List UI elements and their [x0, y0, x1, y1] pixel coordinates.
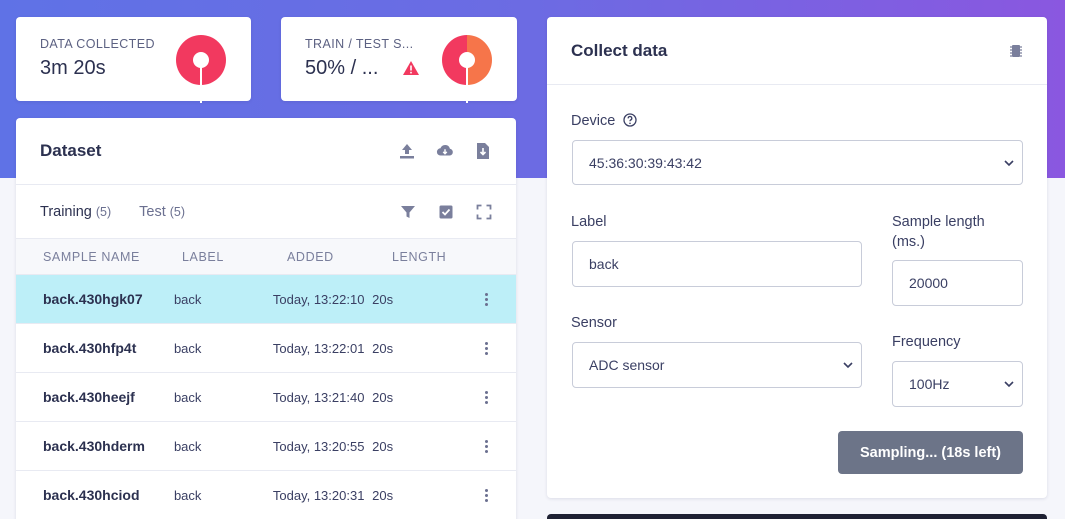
sample-label: back	[173, 487, 202, 503]
data-collected-donut	[176, 35, 226, 103]
sample-label: back	[173, 389, 202, 405]
sample-length: 20s	[372, 487, 394, 503]
sensor-select-value: ADC sensor	[589, 357, 665, 373]
tab-training-label: Training	[40, 203, 92, 220]
sample-length-label: Sample length (ms.)	[892, 214, 985, 250]
stat-train-test-split: TRAIN / TEST S... 50% / ...	[281, 17, 517, 103]
column-length[interactable]: LENGTH	[392, 250, 472, 264]
table-row[interactable]: back.430heejf back Today, 13:21:40 20s	[16, 373, 516, 422]
row-menu-icon[interactable]	[485, 390, 489, 404]
sample-name[interactable]: back.430heejf	[16, 389, 174, 405]
upload-icon[interactable]	[398, 142, 416, 160]
table-row[interactable]: back.430hfp4t back Today, 13:22:01 20s	[16, 324, 516, 373]
sample-added: Today, 13:20:31	[272, 487, 365, 503]
chevron-down-icon	[843, 362, 853, 369]
warning-icon[interactable]	[403, 61, 419, 75]
sample-label: back	[173, 340, 202, 356]
sample-label: back	[173, 438, 202, 454]
table-row[interactable]: back.430hciod back Today, 13:20:31 20s	[16, 471, 516, 519]
sensor-select[interactable]: ADC sensor	[572, 342, 862, 388]
frequency-select-value: 100Hz	[909, 376, 950, 392]
sample-name[interactable]: back.430hciod	[16, 487, 174, 503]
table-header: SAMPLE NAME LABEL ADDED LENGTH	[16, 239, 516, 275]
select-checkbox-icon[interactable]	[438, 204, 454, 220]
row-menu-icon[interactable]	[485, 439, 489, 453]
export-file-icon[interactable]	[474, 142, 492, 160]
sample-name[interactable]: back.430hgk07	[16, 291, 174, 307]
column-label[interactable]: LABEL	[182, 250, 287, 264]
stat-data-collected: DATA COLLECTED 3m 20s	[16, 17, 251, 103]
tab-test-count: (5)	[169, 204, 186, 219]
sample-length: 20s	[372, 389, 394, 405]
device-label: Device	[571, 113, 638, 129]
sensor-label: Sensor	[571, 315, 617, 331]
label-field-label: Label	[571, 214, 607, 230]
tab-test-label: Test	[139, 203, 166, 220]
device-select-value: 45:36:30:39:43:42	[589, 154, 702, 171]
dataset-header: Dataset	[16, 118, 516, 185]
tab-training[interactable]: Training (5)	[40, 204, 111, 220]
filter-icon[interactable]	[400, 204, 416, 220]
sample-name[interactable]: back.430hfp4t	[16, 340, 174, 356]
tab-training-count: (5)	[95, 204, 112, 219]
row-menu-icon[interactable]	[485, 488, 489, 502]
column-sample-name[interactable]: SAMPLE NAME	[16, 250, 182, 264]
dataset-tabs: Training (5) Test (5)	[16, 185, 516, 239]
sample-added: Today, 13:22:01	[272, 340, 365, 356]
collect-data-header: Collect data	[547, 17, 1047, 85]
sample-name[interactable]: back.430hderm	[16, 438, 174, 454]
frequency-label: Frequency	[892, 334, 961, 350]
dataset-card: Dataset Training (5) Test (5) SAMPLE NAM…	[16, 118, 516, 519]
label-input[interactable]: back	[572, 241, 862, 287]
help-icon[interactable]	[623, 113, 638, 127]
label-input-value: back	[589, 256, 619, 272]
sample-added: Today, 13:20:55	[272, 438, 365, 454]
table-row[interactable]: back.430hderm back Today, 13:20:55 20s	[16, 422, 516, 471]
row-menu-icon[interactable]	[485, 292, 489, 306]
table-row[interactable]: back.430hgk07 back Today, 13:22:10 20s	[16, 275, 516, 324]
sample-length-input[interactable]: 20000	[892, 260, 1023, 306]
dataset-title: Dataset	[40, 141, 102, 160]
cloud-download-icon[interactable]	[436, 142, 454, 160]
collect-data-title: Collect data	[571, 40, 668, 60]
train-test-donut	[442, 35, 492, 103]
chevron-down-icon	[1004, 159, 1014, 166]
sample-added: Today, 13:21:40	[272, 389, 365, 405]
sample-length: 20s	[372, 340, 394, 356]
tab-test[interactable]: Test (5)	[139, 204, 185, 220]
sample-length: 20s	[372, 291, 394, 307]
chip-icon[interactable]	[1009, 43, 1023, 59]
sample-label: back	[173, 291, 202, 307]
next-card-edge	[547, 514, 1047, 519]
row-menu-icon[interactable]	[485, 341, 489, 355]
sample-length: 20s	[372, 438, 394, 454]
frequency-select[interactable]: 100Hz	[892, 361, 1023, 407]
chevron-down-icon	[1004, 381, 1014, 388]
column-added[interactable]: ADDED	[287, 250, 392, 264]
expand-icon[interactable]	[476, 204, 492, 220]
sampling-button[interactable]: Sampling... (18s left)	[838, 431, 1023, 474]
device-select[interactable]: 45:36:30:39:43:42	[572, 140, 1023, 185]
sample-length-value: 20000	[909, 275, 948, 291]
sample-added: Today, 13:22:10	[272, 291, 365, 307]
collect-data-card: Collect data Device 45:36:30:39:43:42 La…	[547, 17, 1047, 498]
